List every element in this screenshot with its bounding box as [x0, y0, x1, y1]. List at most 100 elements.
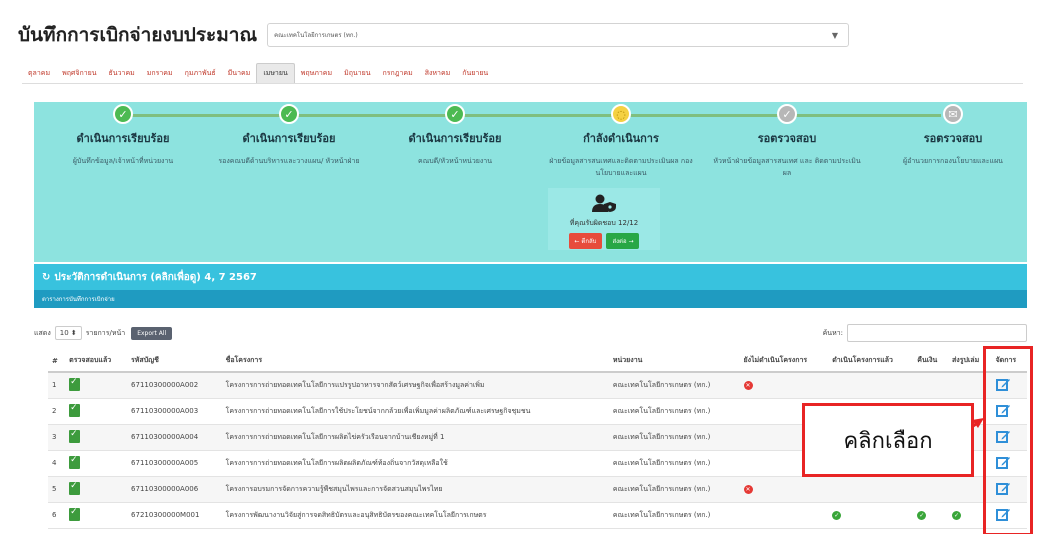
- project-name: โครงการการถ่ายทอดเทคโนโลยีการผลิตไข่ครัว…: [221, 424, 609, 451]
- check-circle-icon: ✓: [279, 104, 299, 124]
- export-all-button[interactable]: Export All: [131, 326, 173, 340]
- workflow-step: ✉ รอตรวจสอบ ผู้อำนวยการกองนโยบายและแผน: [870, 104, 1036, 167]
- column-header[interactable]: คืนเงิน: [913, 350, 949, 373]
- workflow-step-role: ฝ่ายข้อมูลสารสนเทศและติดตามประเมินผล กอง…: [549, 157, 693, 177]
- table-header-row: # ตรวจสอบแล้ว รหัสบัญชี ชื่อโครงการ หน่วยงาน…: [48, 350, 1027, 373]
- account-code: 67110300000A004: [127, 424, 222, 451]
- check-circle-icon: ✓: [445, 104, 465, 124]
- workflow-step-status: ดำเนินการเรียบร้อย: [408, 132, 502, 145]
- workflow-step-role: ผู้อำนวยการกองนโยบายและแผน: [903, 157, 1003, 165]
- forward-button[interactable]: ส่งต่อ →: [606, 233, 640, 249]
- workflow-step: ◌ กำลังดำเนินการ ฝ่ายข้อมูลสารสนเทศและติดต…: [538, 104, 704, 179]
- page-header: บันทึกการเบิกจ่ายงบประมาณ คณะเทคโนโลยีกา…: [18, 20, 850, 50]
- table-controls: แสดง 10 ⬍ รายการ/หน้า Export All ค้นหา:: [34, 322, 1027, 344]
- action-column-highlight: [983, 346, 1033, 534]
- page-size-select[interactable]: 10 ⬍: [54, 326, 82, 340]
- instruction-callout: คลิกเลือก: [802, 403, 974, 477]
- workflow-step-status: ดำเนินการเรียบร้อย: [76, 132, 170, 145]
- month-tabs: ตุลาคม พฤศจิกายน ธันวาคม มกราคม กุมภาพันธ์ มี…: [22, 62, 1023, 84]
- column-header[interactable]: ยังไม่ดำเนินโครงการ: [739, 350, 829, 373]
- row-number: 3: [48, 424, 66, 451]
- search-input[interactable]: [847, 324, 1027, 342]
- user-shield-icon: [548, 194, 660, 216]
- month-tab[interactable]: พฤศจิกายน: [56, 64, 102, 83]
- refund-cell: [913, 476, 949, 503]
- month-tab[interactable]: กันยายน: [456, 64, 494, 83]
- clipboard-check-icon: [69, 429, 81, 443]
- month-tab[interactable]: มิถุนายน: [338, 64, 376, 83]
- month-tab[interactable]: สิงหาคม: [419, 64, 457, 83]
- verified-cell: [65, 476, 128, 503]
- history-icon: ↻: [42, 271, 51, 283]
- column-header[interactable]: ตรวจสอบแล้ว: [65, 350, 128, 373]
- workflow-step-status: รอตรวจสอบ: [757, 132, 817, 145]
- month-tab[interactable]: กุมภาพันธ์: [179, 64, 222, 83]
- workflow-step: ✓ รอตรวจสอบ หัวหน้าฝ่ายข้อมูลสารสนเทศ และ …: [704, 104, 870, 179]
- clipboard-check-icon: [69, 377, 81, 391]
- month-tab[interactable]: กรกฎาคม: [377, 64, 419, 83]
- unit-name: คณะเทคโนโลยีการเกษตร (ทก.): [608, 398, 740, 425]
- verified-cell: [65, 502, 128, 529]
- clipboard-check-icon: [69, 481, 81, 495]
- clipboard-check-icon: [69, 455, 81, 469]
- month-tab[interactable]: พฤษภาคม: [295, 64, 338, 83]
- project-name: โครงการอบรมการจัดการความรู้พืชสมุนไพรและ…: [221, 476, 609, 503]
- account-code: 67210300000M001: [127, 502, 222, 529]
- department-select-value: คณะเทคโนโลยีการเกษตร (ทก.): [274, 32, 358, 39]
- column-header[interactable]: รหัสบัญชี: [127, 350, 222, 373]
- table-section-bar: ตารางการบันทึกการเบิกจ่าย: [34, 290, 1027, 308]
- workflow-step: ✓ ดำเนินการเรียบร้อย รองคณบดีด้านบริหารและ…: [206, 104, 372, 167]
- page-size-value: 10: [59, 329, 69, 337]
- month-tab[interactable]: ตุลาคม: [22, 64, 56, 83]
- refund-cell: [913, 372, 949, 399]
- month-tab[interactable]: มกราคม: [141, 64, 179, 83]
- workflow-step-status: กำลังดำเนินการ: [583, 132, 659, 145]
- account-code: 67110300000A005: [127, 450, 222, 477]
- table-row: 6 67210300000M001โครงการพัฒนางานวิจัยสู่ก…: [48, 502, 1027, 529]
- history-label: ประวัติการดำเนินการ (คลิกเพื่อดู) 4, 7 2…: [54, 271, 257, 283]
- history-bar[interactable]: ↻ ประวัติการดำเนินการ (คลิกเพื่อดู) 4, 7…: [34, 264, 1027, 290]
- column-header[interactable]: หน่วยงาน: [608, 350, 740, 373]
- table-row: 5 67110300000A006โครงการอบรมการจัดการความ…: [48, 476, 1027, 503]
- check-circle-icon: ✓: [952, 510, 962, 520]
- month-tab[interactable]: ธันวาคม: [103, 64, 141, 83]
- check-circle-icon: ✓: [832, 510, 842, 520]
- project-name: โครงการการถ่ายทอดเทคโนโลยีการแปรรูปอาหาร…: [221, 372, 609, 399]
- row-number: 5: [48, 476, 66, 503]
- account-code: 67110300000A006: [127, 476, 222, 503]
- column-header[interactable]: ดำเนินโครงการแล้ว: [828, 350, 914, 373]
- department-select[interactable]: คณะเทคโนโลยีการเกษตร (ทก.) ▼: [267, 23, 850, 47]
- callout-text: คลิกเลือก: [843, 428, 933, 454]
- unit-name: คณะเทคโนโลยีการเกษตร (ทก.): [608, 450, 740, 477]
- workflow-step-role: ผู้บันทึกข้อมูล/เจ้าหน้าที่หน่วยงาน: [72, 157, 174, 165]
- verified-cell: [65, 424, 128, 451]
- verified-cell: [65, 398, 128, 425]
- row-number: 4: [48, 450, 66, 477]
- workflow-step: ✓ ดำเนินการเรียบร้อย คณบดี/หัวหน้าหน่วยงาน: [372, 104, 538, 167]
- not-started-cell: ✕: [739, 372, 829, 399]
- not-started-cell: [739, 502, 829, 529]
- not-started-cell: ✕: [739, 476, 829, 503]
- month-tab[interactable]: เมษายน: [256, 63, 295, 83]
- entries-label: รายการ/หน้า: [85, 328, 126, 337]
- clipboard-check-icon: [69, 403, 81, 417]
- table-row: 1 67110300000A002โครงการการถ่ายทอดเทคโนโล…: [48, 372, 1027, 399]
- workflow-step-role: หัวหน้าฝ่ายข้อมูลสารสนเทศ และ ติดตามประเ…: [713, 157, 861, 177]
- return-button[interactable]: ← ตีกลับ: [568, 233, 603, 249]
- project-name: โครงการพัฒนางานวิจัยสู่การจดสิทธิบัตรและ…: [221, 502, 609, 529]
- x-circle-icon: ✕: [743, 380, 753, 390]
- waiting-circle-icon: ✉: [943, 104, 963, 124]
- row-number: 6: [48, 502, 66, 529]
- unit-name: คณะเทคโนโลยีการเกษตร (ทก.): [608, 502, 740, 529]
- done-cell: [828, 476, 914, 503]
- refund-cell: ✓: [913, 502, 949, 529]
- done-cell: [828, 372, 914, 399]
- current-step-actions: ← ตีกลับ ส่งต่อ →: [548, 233, 660, 249]
- account-code: 67110300000A002: [127, 372, 222, 399]
- clipboard-check-icon: [69, 507, 81, 521]
- project-name: โครงการการถ่ายทอดเทคโนโลยีการใช้ประโยชน์…: [221, 398, 609, 425]
- search-label: ค้นหา:: [822, 328, 843, 337]
- column-header[interactable]: ชื่อโครงการ: [221, 350, 609, 373]
- month-tab[interactable]: มีนาคม: [222, 64, 257, 83]
- column-header[interactable]: #: [48, 350, 66, 373]
